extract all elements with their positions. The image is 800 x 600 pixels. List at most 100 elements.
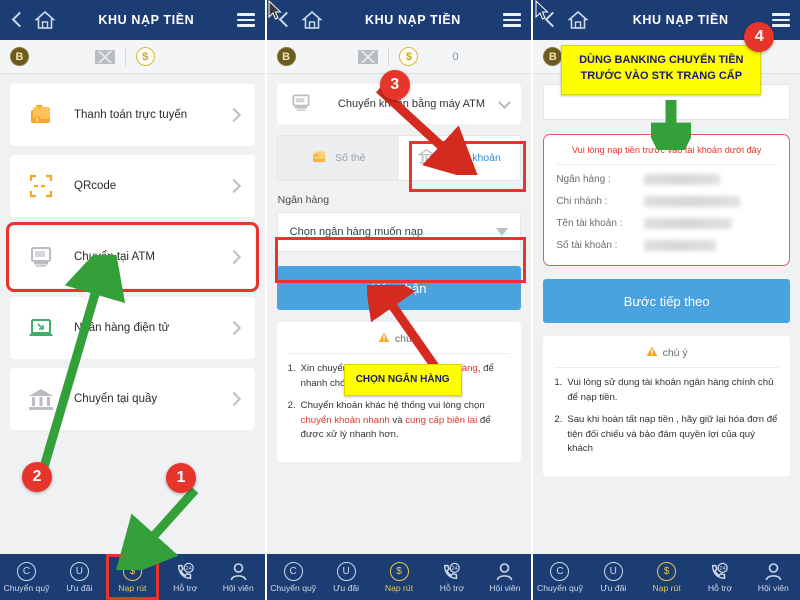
nav-label: Hội viên bbox=[489, 582, 521, 593]
callout-line-2: TRƯỚC VÀO STK TRANG CẤP bbox=[580, 69, 743, 82]
nav-item-hoi-vien[interactable]: Hội viên bbox=[478, 554, 531, 600]
account-row-chi-nhanh: Chi nhánh : bbox=[556, 196, 777, 207]
atm-machine-icon bbox=[22, 243, 60, 271]
note-item: 1. Vui lòng sử dụng tài khoản ngân hàng … bbox=[554, 376, 779, 406]
masked-value bbox=[644, 240, 717, 251]
bottom-nav-bar: C Chuyển quỹ U Ưu đãi $ Nạp rút 24 Hỗ trợ Hộ… bbox=[0, 554, 265, 600]
bottom-nav-bar: C Chuyển quỹ U Ưu đãi $ Nạp rút 24 Hỗ trợ Hộ… bbox=[266, 554, 532, 600]
app-header: KHU NẠP TIỀN bbox=[266, 0, 532, 40]
nav-item-chuyen-quy[interactable]: C Chuyển quỹ bbox=[0, 554, 53, 600]
account-row-key: Số tài khoản : bbox=[556, 240, 618, 251]
nav-label: Chuyển quỹ bbox=[537, 582, 583, 593]
circle-c-icon: C bbox=[283, 561, 303, 581]
status-subbar: B $ 0 bbox=[266, 40, 532, 74]
hamburger-menu-icon[interactable] bbox=[236, 13, 255, 27]
balance-badge: B bbox=[276, 47, 296, 66]
notes-heading: chú ý bbox=[287, 332, 511, 354]
circle-c-icon: C bbox=[16, 561, 36, 581]
step-badge-1: 1 bbox=[166, 463, 196, 493]
coin-dollar-icon: $ bbox=[389, 561, 409, 581]
nav-item-chuyen-quy[interactable]: C Chuyển quỹ bbox=[533, 554, 586, 600]
bank-building-icon bbox=[417, 148, 437, 168]
nav-item-ho-tro[interactable]: 24 Hỗ trợ bbox=[425, 554, 478, 600]
nav-label: Hỗ trợ bbox=[707, 582, 733, 593]
page-title: KHU NẠP TIỀN bbox=[632, 13, 729, 27]
circle-u-icon: U bbox=[69, 561, 89, 581]
confirm-button[interactable]: Xác nhận bbox=[276, 266, 522, 310]
method-select-value: Chuyển khoản bằng máy ATM bbox=[337, 98, 486, 110]
svg-text:24: 24 bbox=[185, 566, 191, 572]
hamburger-menu-icon[interactable] bbox=[771, 13, 790, 27]
list-item-chuyen-tai-atm[interactable]: Chuyển tại ATM bbox=[6, 222, 259, 292]
chevron-down-icon bbox=[498, 95, 512, 109]
envelope-icon[interactable] bbox=[94, 49, 115, 64]
nav-item-nap-rut[interactable]: $ Nạp rút bbox=[640, 554, 693, 600]
user-person-icon bbox=[229, 562, 248, 581]
hamburger-menu-icon[interactable] bbox=[503, 13, 522, 27]
account-row-key: Chi nhánh : bbox=[556, 196, 608, 207]
mouse-cursor-icon bbox=[535, 0, 549, 20]
phone-24h-icon: 24 bbox=[176, 562, 195, 581]
nav-item-uu-dai[interactable]: U Ưu đãi bbox=[320, 554, 373, 600]
note-item: 2. Sau khi hoàn tất nạp tiền , hãy giữ l… bbox=[554, 413, 779, 458]
next-step-button[interactable]: Bước tiếp theo bbox=[543, 279, 790, 323]
user-person-icon bbox=[764, 562, 783, 581]
callout-dung-banking: DÙNG BANKING CHUYỂN TIỀN TRƯỚC VÀO STK T… bbox=[561, 45, 762, 95]
masked-value bbox=[644, 218, 733, 229]
home-icon[interactable] bbox=[301, 10, 323, 30]
list-item-label: Chuyển tại ATM bbox=[74, 251, 155, 263]
nav-item-uu-dai[interactable]: U Ưu đãi bbox=[53, 554, 106, 600]
bank-select[interactable]: Chọn ngân hàng muốn nạp bbox=[276, 212, 522, 252]
circle-c-icon: C bbox=[550, 561, 570, 581]
tab-label: Số thẻ bbox=[335, 152, 366, 164]
warning-triangle-icon bbox=[378, 332, 390, 346]
nav-item-uu-dai[interactable]: U Ưu đãi bbox=[587, 554, 640, 600]
triangle-down-icon bbox=[496, 228, 509, 236]
notes-list: 1. Vui lòng sử dụng tài khoản ngân hàng … bbox=[554, 376, 779, 457]
tab-so-the[interactable]: Số thẻ bbox=[277, 136, 399, 180]
tab-so-tai-khoan[interactable]: Số tài khoản bbox=[398, 136, 521, 180]
home-icon[interactable] bbox=[34, 10, 56, 30]
nav-label: Ưu đãi bbox=[600, 582, 627, 593]
nav-label: Chuyển quỹ bbox=[270, 582, 317, 593]
bank-building-icon bbox=[22, 385, 60, 413]
balance-badge: B bbox=[543, 47, 563, 66]
nav-item-ho-tro[interactable]: 24 Hỗ trợ bbox=[693, 554, 746, 600]
chevron-left-icon[interactable] bbox=[8, 11, 26, 29]
coin-dollar-icon: $ bbox=[122, 561, 142, 581]
panel-step-2: KHU NẠP TIỀN B $ 0 Chuyển khoản bằng máy… bbox=[266, 0, 534, 600]
account-card-title: Vui lòng nạp tiền trước vào tài khoản dư… bbox=[556, 145, 777, 165]
nav-item-nap-rut[interactable]: $ Nạp rút bbox=[105, 554, 159, 600]
nav-label: Nạp rút bbox=[118, 582, 147, 593]
list-item-qrcode[interactable]: QRcode bbox=[10, 155, 255, 217]
laptop-icon bbox=[22, 314, 60, 342]
nav-item-hoi-vien[interactable]: Hội viên bbox=[747, 554, 800, 600]
balance-badge: B bbox=[10, 47, 29, 66]
coin-dollar-icon[interactable]: $ bbox=[399, 47, 419, 66]
chevron-right-icon bbox=[226, 107, 241, 123]
list-item-ngan-hang-dien-tu[interactable]: Ngân hàng điện tử bbox=[10, 297, 255, 359]
payment-method-list: $ Thanh toán trực tuyến QRcode Chuyển tạ… bbox=[0, 74, 265, 430]
nav-item-hoi-vien[interactable]: Hội viên bbox=[212, 554, 265, 600]
nav-item-ho-tro[interactable]: 24 Hỗ trợ bbox=[159, 554, 212, 600]
envelope-icon[interactable] bbox=[358, 49, 379, 64]
divider bbox=[124, 47, 126, 66]
masked-value bbox=[644, 196, 741, 207]
coin-dollar-icon[interactable]: $ bbox=[135, 47, 155, 66]
nav-label: Chuyển quỹ bbox=[3, 582, 50, 593]
nav-item-nap-rut[interactable]: $ Nạp rút bbox=[373, 554, 426, 600]
home-icon[interactable] bbox=[567, 10, 589, 30]
user-person-icon bbox=[495, 562, 514, 581]
account-row-ten-tai-khoan: Tên tài khoản : bbox=[556, 218, 777, 229]
notes-heading-text: chú ý bbox=[394, 333, 421, 345]
circle-u-icon: U bbox=[603, 561, 623, 581]
nav-label: Ưu đãi bbox=[66, 582, 93, 593]
qr-code-icon bbox=[22, 172, 60, 200]
account-row-key: Tên tài khoản : bbox=[556, 218, 623, 229]
chevron-right-icon bbox=[226, 391, 241, 407]
nav-item-chuyen-quy[interactable]: C Chuyển quỹ bbox=[267, 554, 320, 600]
list-item-chuyen-tai-quay[interactable]: Chuyển tại quầy bbox=[10, 368, 255, 430]
list-item-thanh-toan-truc-tuyen[interactable]: $ Thanh toán trực tuyến bbox=[10, 84, 255, 146]
chevron-right-icon bbox=[226, 320, 241, 336]
note-number: 1. bbox=[287, 363, 296, 374]
